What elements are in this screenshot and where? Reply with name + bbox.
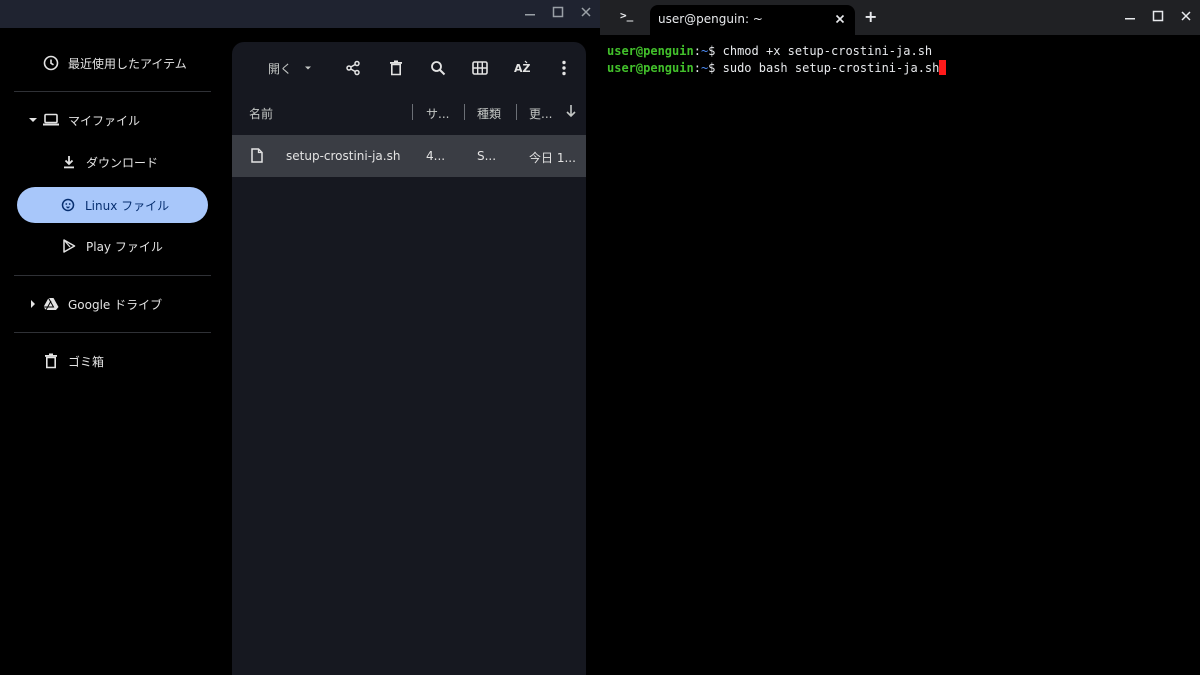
sidebar: 最近使用したアイテム マイファイル ダウンロード Linux ファイル Play… — [0, 28, 232, 675]
column-header-name[interactable]: 名前 — [249, 105, 273, 122]
open-button-label: 開く — [268, 61, 293, 76]
maximize-icon[interactable] — [548, 4, 568, 24]
sidebar-item-label: ゴミ箱 — [68, 354, 105, 369]
terminal-tabbar: >_ user@penguin: ~ + — [600, 0, 1200, 35]
sidebar-item-linux-files[interactable]: Linux ファイル — [17, 187, 208, 223]
column-header-modified[interactable]: 更... — [529, 105, 552, 122]
sidebar-item-label: Google ドライブ — [68, 297, 163, 312]
close-icon[interactable] — [1176, 8, 1196, 28]
sidebar-item-label: 最近使用したアイテム — [68, 56, 187, 71]
trash-icon — [42, 352, 60, 370]
file-modified: 今日 1... — [529, 151, 576, 165]
minimize-icon[interactable] — [520, 4, 540, 24]
column-resize-handle[interactable] — [516, 104, 517, 120]
toolbar: 開く AZ — [232, 42, 586, 92]
command-text: sudo bash setup-crostini-ja.sh — [715, 61, 940, 75]
sidebar-item-label: ダウンロード — [86, 155, 159, 170]
files-titlebar — [0, 0, 600, 28]
play-store-icon — [60, 237, 78, 255]
terminal-app-icon: >_ — [620, 9, 634, 22]
terminal-line: user@penguin:~$ sudo bash setup-crostini… — [607, 60, 947, 76]
file-icon — [251, 148, 263, 166]
file-size: 4... — [426, 149, 446, 163]
more-vert-icon[interactable] — [552, 56, 576, 80]
close-tab-icon[interactable] — [834, 13, 848, 27]
svg-text:AZ: AZ — [514, 62, 531, 75]
sort-arrow-down-icon[interactable] — [565, 104, 577, 121]
sidebar-item-downloads[interactable]: ダウンロード — [60, 144, 158, 180]
prompt-separator: : — [693, 61, 701, 75]
sidebar-item-play-files[interactable]: Play ファイル — [60, 228, 163, 264]
close-icon[interactable] — [576, 4, 596, 24]
terminal-window: >_ user@penguin: ~ + user@penguin:~$ chm… — [600, 0, 1200, 675]
new-tab-button[interactable]: + — [864, 7, 877, 26]
file-list-panel: 開く AZ 名前 サ... 種類 更... setup-crostini-ja.… — [232, 42, 586, 675]
expand-down-icon[interactable] — [28, 115, 38, 125]
prompt-separator: : — [693, 44, 701, 58]
delete-icon[interactable] — [384, 56, 408, 80]
divider — [14, 275, 211, 276]
sidebar-item-label: マイファイル — [68, 113, 141, 128]
divider — [14, 91, 211, 92]
minimize-icon[interactable] — [1120, 8, 1140, 28]
sort-icon[interactable]: AZ — [510, 56, 534, 80]
sidebar-item-label: Play ファイル — [86, 239, 163, 254]
terminal-tab-title: user@penguin: ~ — [658, 12, 763, 26]
prompt-user: user@penguin — [607, 61, 694, 75]
divider — [14, 332, 211, 333]
column-resize-handle[interactable] — [464, 104, 465, 120]
sidebar-item-recent[interactable]: 最近使用したアイテム — [42, 45, 187, 81]
laptop-icon — [42, 111, 60, 129]
terminal-line: user@penguin:~$ chmod +x setup-crostini-… — [607, 43, 932, 59]
column-header-size[interactable]: サ... — [426, 105, 449, 122]
table-row[interactable]: setup-crostini-ja.sh 4... S... 今日 1... — [232, 135, 586, 177]
expand-right-icon[interactable] — [28, 299, 38, 309]
google-drive-icon — [42, 295, 60, 313]
prompt-user: user@penguin — [607, 44, 694, 58]
sidebar-item-google-drive[interactable]: Google ドライブ — [42, 286, 162, 322]
terminal-tab[interactable]: user@penguin: ~ — [650, 5, 855, 35]
share-icon[interactable] — [341, 56, 365, 80]
file-name: setup-crostini-ja.sh — [286, 149, 401, 163]
terminal-output[interactable]: user@penguin:~$ chmod +x setup-crostini-… — [600, 35, 1200, 675]
command-text: chmod +x setup-crostini-ja.sh — [715, 44, 933, 58]
column-header-type[interactable]: 種類 — [477, 105, 501, 122]
sidebar-item-label: Linux ファイル — [85, 198, 170, 213]
linux-penguin-icon — [59, 196, 77, 214]
open-button[interactable]: 開く — [258, 56, 312, 80]
grid-view-icon[interactable] — [468, 56, 492, 80]
text-cursor — [939, 60, 947, 75]
column-resize-handle[interactable] — [412, 104, 413, 120]
clock-icon — [42, 54, 60, 72]
maximize-icon[interactable] — [1148, 8, 1168, 28]
search-icon[interactable] — [426, 56, 450, 80]
dropdown-arrow-icon — [304, 64, 312, 72]
file-type: S... — [477, 149, 497, 163]
files-app-window: 最近使用したアイテム マイファイル ダウンロード Linux ファイル Play… — [0, 0, 600, 675]
column-header-row: 名前 サ... 種類 更... — [232, 102, 586, 124]
sidebar-item-trash[interactable]: ゴミ箱 — [42, 343, 104, 379]
download-icon — [60, 153, 78, 171]
sidebar-item-my-files[interactable]: マイファイル — [42, 102, 140, 138]
